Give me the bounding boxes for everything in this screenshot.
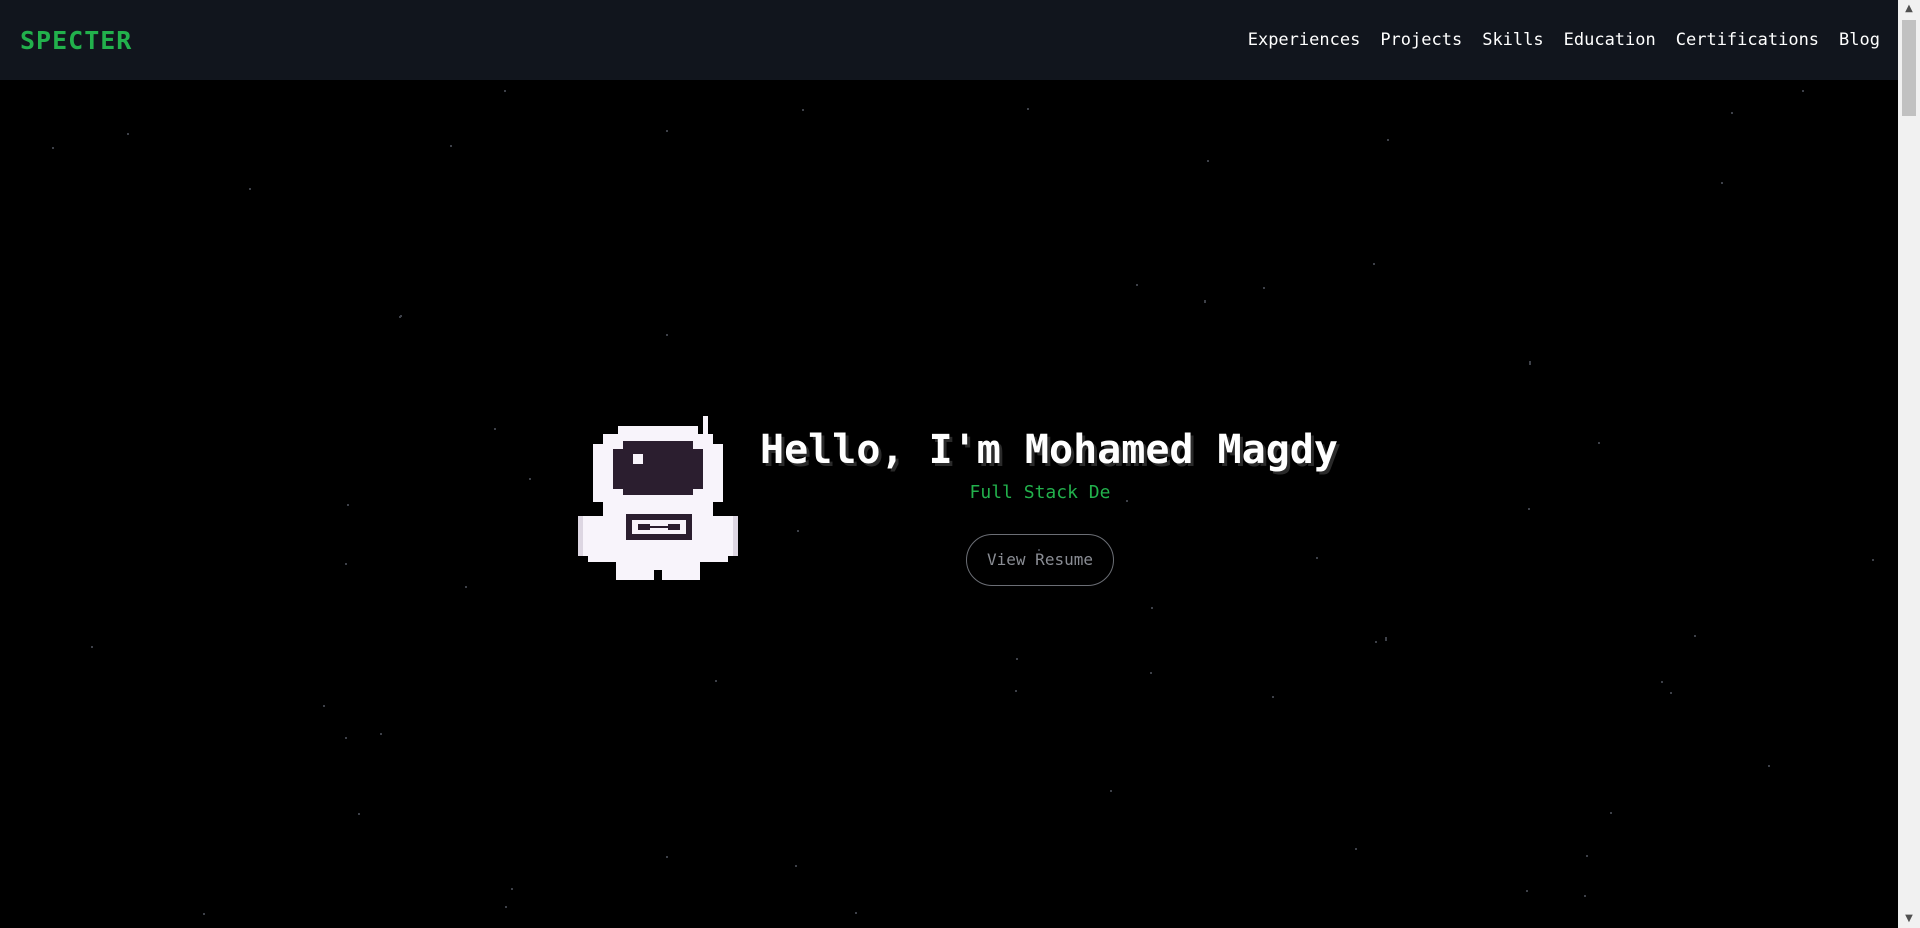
scroll-up-arrow-icon[interactable]: ▲ bbox=[1898, 0, 1920, 18]
scrollbar-thumb[interactable] bbox=[1902, 20, 1916, 116]
nav-link-experiences[interactable]: Experiences bbox=[1248, 30, 1361, 50]
view-resume-button[interactable]: View Resume bbox=[966, 534, 1114, 586]
hero-text: Hello, I'm Mohamed Magdy Full Stack De V… bbox=[760, 424, 1338, 586]
nav-links: Experiences Projects Skills Education Ce… bbox=[1248, 30, 1880, 50]
nav-link-skills[interactable]: Skills bbox=[1482, 30, 1543, 50]
nav-link-projects[interactable]: Projects bbox=[1380, 30, 1462, 50]
nav-link-certifications[interactable]: Certifications bbox=[1676, 30, 1819, 50]
scroll-down-arrow-icon[interactable]: ▼ bbox=[1898, 910, 1920, 928]
hero-section: Hello, I'm Mohamed Magdy Full Stack De V… bbox=[578, 416, 1338, 596]
vertical-scrollbar[interactable]: ▲ ▼ bbox=[1898, 0, 1920, 928]
page-viewport: SPECTER Experiences Projects Skills Educ… bbox=[0, 0, 1898, 928]
nav-link-blog[interactable]: Blog bbox=[1839, 30, 1880, 50]
hero-title: Hello, I'm Mohamed Magdy bbox=[760, 427, 1338, 473]
brand-logo[interactable]: SPECTER bbox=[20, 26, 132, 55]
hero-subtitle: Full Stack De bbox=[969, 482, 1111, 503]
top-navbar: SPECTER Experiences Projects Skills Educ… bbox=[0, 0, 1898, 80]
pixel-astronaut-icon bbox=[578, 416, 738, 580]
nav-link-education[interactable]: Education bbox=[1564, 30, 1656, 50]
